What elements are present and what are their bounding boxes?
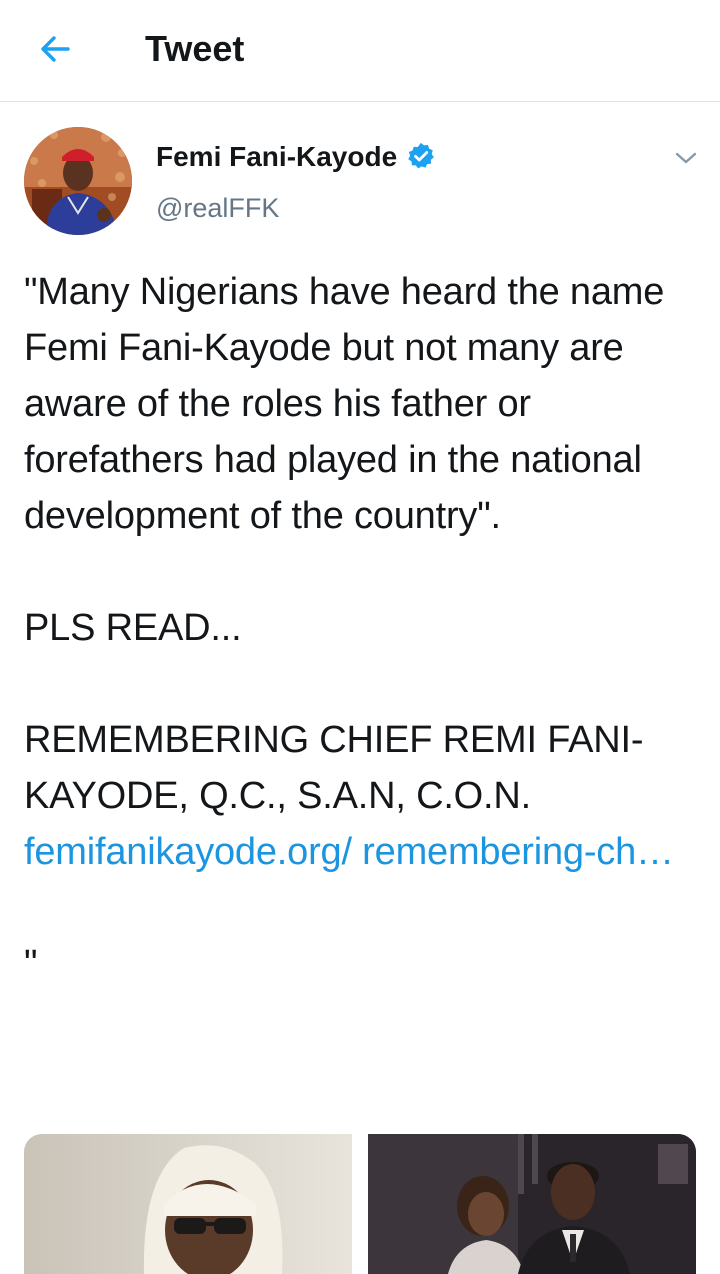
more-options-button[interactable] bbox=[666, 140, 706, 176]
photo-couple bbox=[368, 1134, 696, 1274]
tweet-trailing-text: " bbox=[24, 943, 38, 985]
verified-badge-icon bbox=[408, 142, 434, 169]
back-button[interactable] bbox=[30, 26, 80, 72]
chevron-down-icon bbox=[675, 152, 697, 164]
media-image-2[interactable] bbox=[368, 1134, 696, 1274]
media-image-1[interactable] bbox=[24, 1134, 352, 1274]
author-name[interactable]: Femi Fani-Kayode bbox=[156, 140, 397, 174]
avatar[interactable] bbox=[24, 127, 132, 235]
tweet-text: "Many Nigerians have heard the name Femi… bbox=[24, 264, 704, 992]
photo-man-headwrap bbox=[24, 1134, 352, 1274]
author-handle[interactable]: @realFFK bbox=[156, 192, 279, 224]
avatar-image bbox=[24, 127, 132, 235]
top-bar: Tweet bbox=[0, 0, 720, 102]
tweet-link[interactable]: femifanikayode.org/ remembering-ch… bbox=[24, 831, 674, 873]
arrow-left-icon bbox=[41, 36, 70, 62]
page-title: Tweet bbox=[145, 28, 245, 69]
tweet-body: "Many Nigerians have heard the name Femi… bbox=[24, 271, 665, 817]
